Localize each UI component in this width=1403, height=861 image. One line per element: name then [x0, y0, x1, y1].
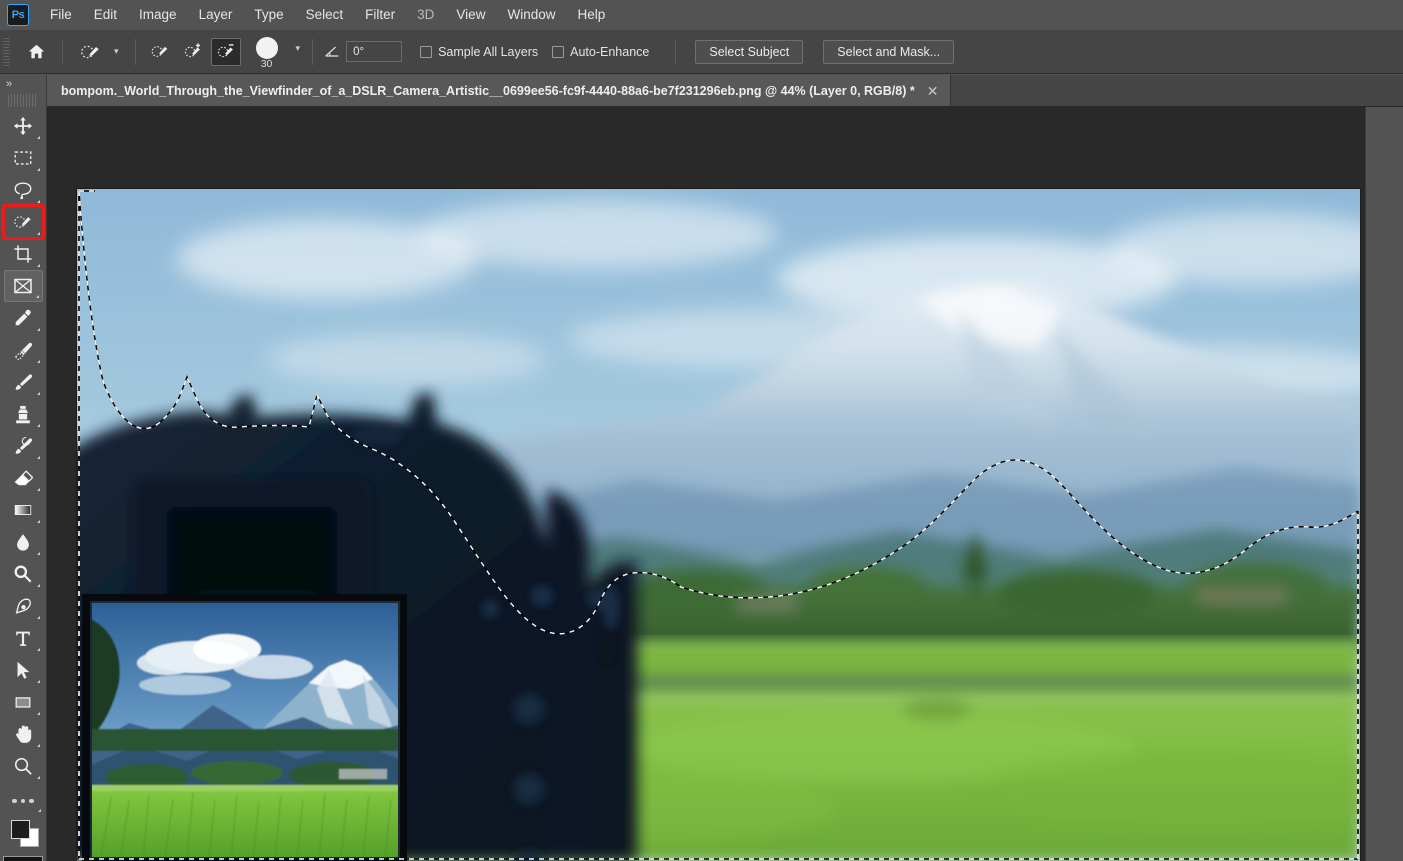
auto-enhance-checkbox[interactable]: Auto-Enhance [552, 45, 649, 59]
quick-selection-tool[interactable] [4, 206, 43, 238]
type-tool[interactable] [4, 622, 43, 654]
checkbox-box[interactable] [552, 45, 565, 58]
eyedropper-tool[interactable] [4, 302, 43, 334]
options-bar-grip[interactable] [3, 37, 10, 66]
pen-tool[interactable] [4, 590, 43, 622]
subtract-from-selection-button[interactable] [210, 37, 241, 66]
menu-bar: Ps File Edit Image Layer Type Select Filter 3D V… [0, 0, 1403, 30]
image-canvas[interactable] [77, 189, 1360, 861]
camera-lcd-screen [82, 594, 407, 861]
brush-preview-icon [255, 37, 278, 59]
tool-preset-picker[interactable]: ▾ [72, 38, 126, 66]
menu-item-help[interactable]: Help [566, 2, 616, 29]
history-brush-tool[interactable] [4, 430, 43, 462]
lasso-tool[interactable] [4, 174, 43, 206]
menu-item-layer[interactable]: Layer [188, 2, 244, 29]
menu-item-filter[interactable]: Filter [354, 2, 406, 29]
color-swatches[interactable]: ⇄ [3, 816, 59, 852]
double-chevron-right-icon[interactable]: » [0, 75, 46, 93]
divider [675, 38, 677, 65]
tools-panel: » ⇄ [0, 75, 59, 861]
checkbox-box[interactable] [420, 45, 433, 58]
edit-toolbar-button[interactable] [4, 788, 43, 814]
eraser-tool[interactable] [4, 462, 43, 494]
gradient-tool[interactable] [4, 494, 43, 526]
photoshop-logo: Ps [7, 4, 29, 26]
divider [62, 38, 63, 65]
menu-item-edit[interactable]: Edit [83, 2, 128, 29]
rectangular-marquee-tool[interactable] [4, 142, 43, 174]
menu-item-type[interactable]: Type [243, 2, 294, 29]
document-image [77, 189, 1360, 861]
path-selection-tool[interactable] [4, 654, 43, 686]
home-button[interactable] [19, 37, 53, 67]
options-bar: ▾ 30 ▾ 0° Sample All Layers Auto-Enhance… [0, 30, 1403, 74]
menu-item-file[interactable]: File [39, 2, 83, 29]
rectangle-tool[interactable] [4, 686, 43, 718]
sample-all-layers-label: Sample All Layers [438, 44, 539, 59]
chevron-down-icon[interactable]: ▾ [111, 46, 122, 57]
quick-selection-icon[interactable] [76, 38, 106, 66]
angle-icon [325, 46, 339, 57]
select-and-mask-button[interactable]: Select and Mask... [823, 39, 955, 64]
menu-item-image[interactable]: Image [128, 2, 188, 29]
spot-healing-brush-tool[interactable] [4, 334, 43, 366]
photoshop-window: Ps File Edit Image Layer Type Select Filter 3D V… [0, 0, 1403, 861]
document-tab-bar: bompom._World_Through_the_Viewfinder_of_… [47, 75, 1403, 107]
brush-chevron-down-icon[interactable]: ▾ [293, 43, 304, 54]
menu-item-window[interactable]: Window [496, 2, 566, 29]
brush-tool[interactable] [4, 366, 43, 398]
crop-tool[interactable] [4, 238, 43, 270]
add-to-selection-button[interactable] [178, 38, 208, 66]
sample-all-layers-checkbox[interactable]: Sample All Layers [420, 45, 538, 59]
blur-tool[interactable] [4, 526, 43, 558]
menu-item-view[interactable]: View [445, 2, 496, 29]
tools-panel-grip[interactable] [8, 94, 38, 107]
move-tool[interactable] [4, 110, 43, 142]
foreground-color-swatch[interactable] [11, 820, 30, 839]
quick-mask-icon[interactable] [3, 856, 43, 861]
selection-mode-group [145, 37, 241, 66]
divider [134, 38, 136, 65]
document-tab-title: bompom._World_Through_the_Viewfinder_of_… [61, 83, 915, 98]
frame-tool[interactable] [3, 270, 43, 302]
brush-size-value: 30 [260, 58, 273, 70]
brush-size-picker[interactable]: 30 [247, 37, 287, 70]
clone-stamp-tool[interactable] [4, 398, 43, 430]
close-icon[interactable]: ✕ [925, 82, 941, 100]
hand-tool[interactable] [4, 718, 43, 750]
brush-angle-control[interactable]: 0° [324, 41, 403, 62]
menu-item-select[interactable]: Select [295, 2, 355, 29]
dodge-tool[interactable] [4, 558, 43, 590]
zoom-tool[interactable] [4, 750, 43, 782]
angle-input[interactable]: 0° [346, 41, 403, 62]
auto-enhance-label: Auto-Enhance [570, 44, 650, 59]
menu-item-3d[interactable]: 3D [406, 2, 445, 29]
divider [312, 38, 314, 65]
new-selection-button[interactable] [145, 38, 175, 66]
select-subject-button[interactable]: Select Subject [695, 39, 804, 64]
right-panel-rail[interactable] [1365, 107, 1403, 861]
canvas-workspace[interactable] [47, 107, 1403, 861]
document-tab[interactable]: bompom._World_Through_the_Viewfinder_of_… [47, 75, 952, 106]
